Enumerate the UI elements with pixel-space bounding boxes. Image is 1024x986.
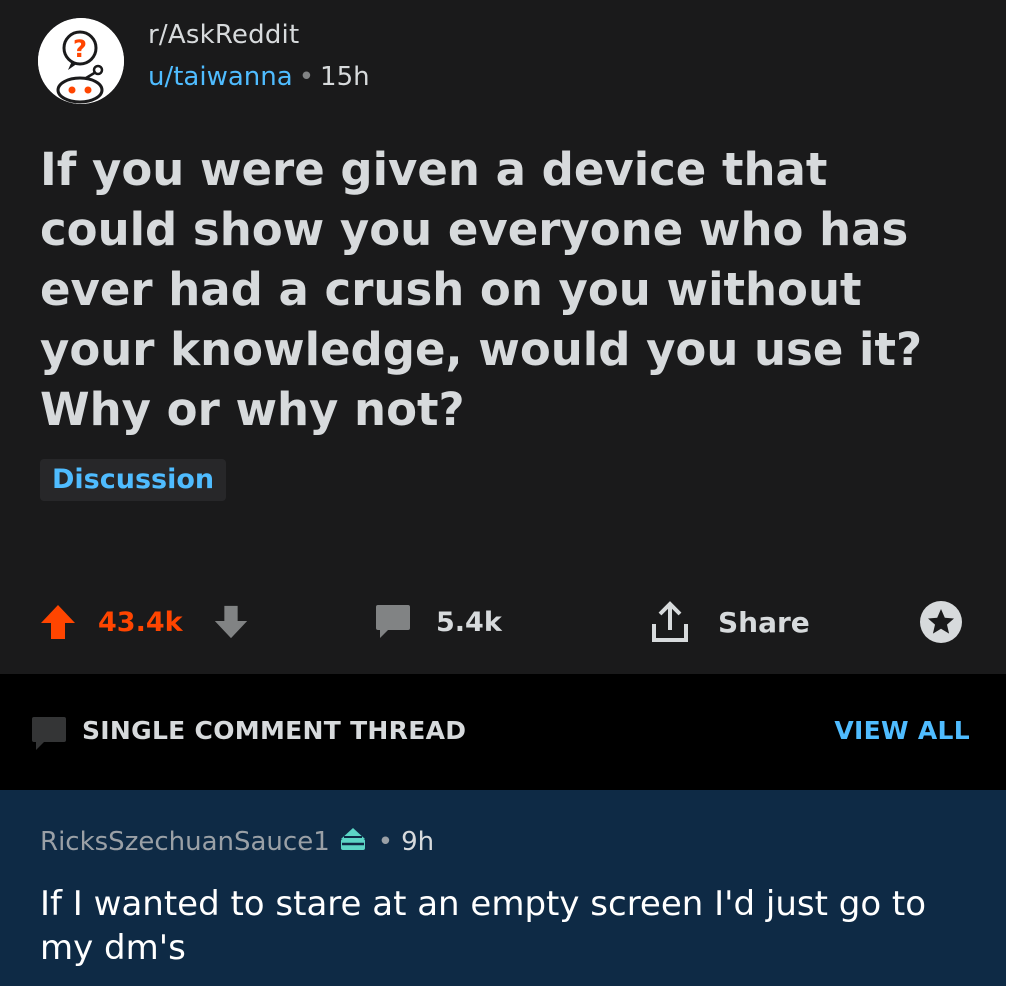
cake-icon [338,824,368,859]
award-icon [920,601,962,643]
post-screen: ? r/AskReddit u/taiwanna • 15h If you were… [0,0,1006,986]
svg-text:?: ? [73,35,87,63]
thread-label: SINGLE COMMENT THREAD [82,716,467,745]
highlighted-comment: RicksSzechuanSauce1 • 9h If I wanted to … [0,790,1006,986]
upvote-arrow-icon [41,605,75,639]
downvote-arrow-icon [214,605,248,639]
award-button[interactable] [918,590,964,654]
comment-thread-icon [32,717,66,750]
comment-author[interactable]: RicksSzechuanSauce1 [40,827,330,857]
view-all-button[interactable]: VIEW ALL [834,716,970,745]
post-action-bar: 43.4k 5.4k Share [0,590,1006,654]
post-age: 15h [320,62,370,92]
post-meta: u/taiwanna • 15h [148,62,370,92]
comment-bubble-icon [376,605,410,638]
comment-body: If I wanted to stare at an empty screen … [40,884,927,968]
share-label[interactable]: Share [718,590,810,654]
comment-age: 9h [401,826,435,857]
share-icon [652,601,688,642]
subreddit-avatar[interactable]: ? [38,18,124,104]
comments-button[interactable] [374,590,412,654]
post-flair[interactable]: Discussion [40,459,227,501]
comments-count[interactable]: 5.4k [436,590,502,654]
comment-separator: • [377,826,394,857]
thread-bubble-container [30,716,68,756]
comment-meta: RicksSzechuanSauce1 • 9h [40,824,434,859]
post-author[interactable]: u/taiwanna [148,62,293,92]
vote-score: 43.4k [98,606,183,638]
subreddit-name[interactable]: r/AskReddit [148,20,299,50]
meta-separator: • [298,62,315,92]
share-button[interactable] [648,590,692,654]
upvote-button[interactable] [38,590,78,654]
downvote-button[interactable] [212,590,250,654]
post-title[interactable]: If you were given a device that could sh… [40,140,980,440]
single-thread-bar: SINGLE COMMENT THREAD VIEW ALL [0,674,1006,790]
askreddit-snoo-icon: ? [38,18,124,104]
